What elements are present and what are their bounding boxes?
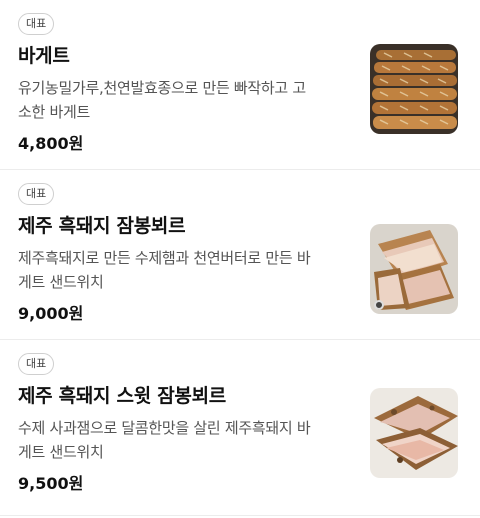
menu-item-text: 대표 제주 흑돼지 스윗 잠봉뵈르 수제 사과잼으로 달콤한맛을 살린 제주흑돼… [18, 352, 338, 494]
menu-item-sweet-jambon-beurre[interactable]: 대표 제주 흑돼지 스윗 잠봉뵈르 수제 사과잼으로 달콤한맛을 살린 제주흑돼… [0, 340, 480, 516]
menu-item-text: 대표 제주 흑돼지 잠봉뵈르 제주흑돼지로 만든 수제햄과 천연버터로 만든 바… [18, 182, 338, 324]
item-description: 제주흑돼지로 만든 수제햄과 천연버터로 만든 바게트 샌드위치 [18, 249, 311, 291]
item-name: 제주 흑돼지 잠봉뵈르 [18, 215, 186, 237]
signature-badge: 대표 [18, 183, 55, 205]
sandwich-photo[interactable] [370, 224, 458, 314]
sweet-sandwich-image [370, 388, 458, 478]
menu-item-text: 대표 바게트 유기농밀가루,천연발효종으로 만든 빠작하고 고소한 바게트 4,… [18, 12, 338, 154]
item-name: 바게트 [18, 45, 70, 67]
item-price: 4,800원 [18, 134, 84, 153]
info-icon [374, 300, 384, 310]
item-name: 제주 흑돼지 스윗 잠봉뵈르 [18, 385, 226, 407]
menu-item-baguette[interactable]: 대표 바게트 유기농밀가루,천연발효종으로 만든 빠작하고 고소한 바게트 4,… [0, 0, 480, 170]
item-price: 9,000원 [18, 304, 84, 323]
item-description: 유기농밀가루,천연발효종으로 만든 빠작하고 고소한 바게트 [18, 79, 306, 121]
signature-badge: 대표 [18, 13, 55, 35]
item-description: 수제 사과잼으로 달콤한맛을 살린 제주흑돼지 바게트 샌드위치 [18, 419, 311, 461]
baguette-image [370, 44, 458, 134]
sandwich-image [370, 224, 458, 314]
menu-item-jambon-beurre[interactable]: 대표 제주 흑돼지 잠봉뵈르 제주흑돼지로 만든 수제햄과 천연버터로 만든 바… [0, 170, 480, 340]
item-price: 9,500원 [18, 474, 84, 493]
baguette-photo[interactable] [370, 44, 458, 134]
signature-badge: 대표 [18, 353, 55, 375]
sweet-sandwich-photo[interactable] [370, 388, 458, 478]
menu-list: 대표 바게트 유기농밀가루,천연발효종으로 만든 빠작하고 고소한 바게트 4,… [0, 0, 480, 516]
